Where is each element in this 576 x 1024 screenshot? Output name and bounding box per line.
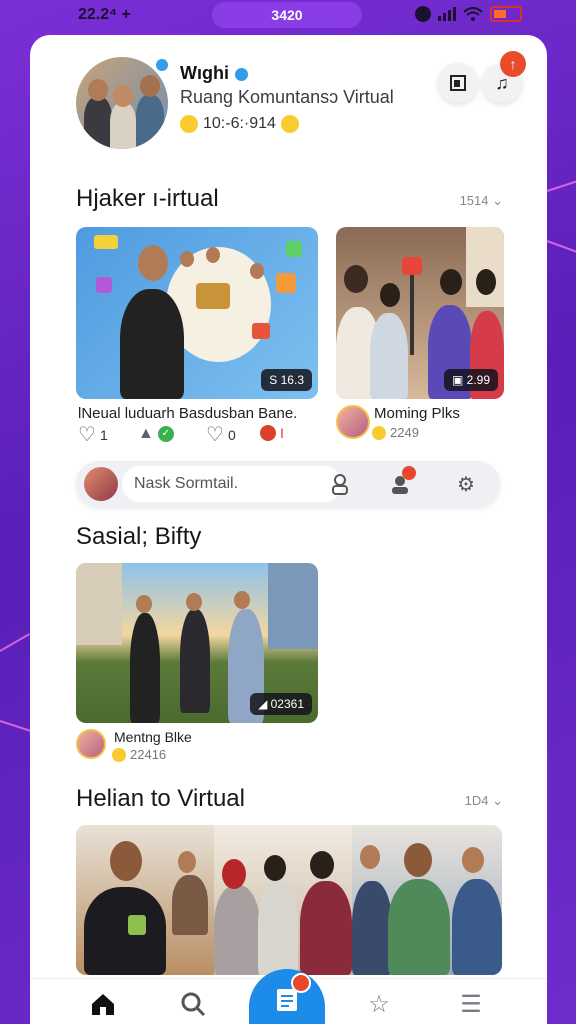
alert-dot [402,466,416,480]
reaction-green[interactable]: ▲ ✓ [138,425,174,443]
background-line [546,177,576,192]
verified-icon [234,67,248,81]
menu-icon: ☰ [460,990,482,1018]
battery-icon [490,6,522,22]
post-badge: ◢ 02361 [250,693,312,715]
wifi-icon [463,7,483,21]
status-icons [415,6,522,22]
video-icon: ◢ [258,697,271,711]
signal-icon [438,7,456,21]
post-caption[interactable]: Mentng Blke [114,729,192,745]
post-image[interactable] [352,825,502,975]
emoji-icon [372,425,386,440]
video-icon: ▣ [451,373,467,387]
post-meta: 22416 [112,747,166,762]
background-line [0,633,30,652]
author-avatar[interactable] [336,405,370,439]
star-icon: ☆ [368,990,390,1018]
post-image[interactable] [76,825,214,975]
user-alert-button[interactable] [386,466,416,498]
post-image[interactable]: S 16.3 [76,227,318,399]
section-count[interactable]: 1D4 ⌄ [465,793,503,809]
post-badge: ▣ 2.99 [443,369,498,391]
post-badge: S 16.3 [261,369,312,391]
smile-icon [280,115,299,133]
chevron-down-icon: ⌄ [488,793,503,808]
notification-badge[interactable]: ↑ [500,51,526,77]
search-bar: ⚙ [76,461,500,507]
emoji-icon [180,115,198,133]
heart-icon: ♡ [206,424,224,446]
thumbs-up-icon: ▲ [138,425,154,442]
section-title: Helian to Virtual [76,785,245,812]
main-card: Wıghi Ruang Komuntansɔ Virtual 10:-6:·91… [30,35,547,1024]
green-reaction-icon: ✓ [157,426,174,442]
book-button[interactable] [438,63,478,103]
book-icon [450,75,466,91]
reaction-heart[interactable]: ♡ 0 [206,425,236,445]
search-input[interactable] [122,466,342,502]
section-count[interactable]: 1514 ⌄ [460,193,503,209]
profile-name: Wıghi [180,63,248,84]
status-center-pill: 3420 [212,2,362,28]
post-image[interactable] [214,825,352,975]
home-button[interactable] [86,987,120,1021]
post-caption[interactable]: lNeual luduarh Basdusban Bane. [78,405,297,422]
background-line [546,240,576,256]
section-title: Hjaker ı-irtual [76,185,219,212]
post-meta: 2249 [372,425,419,440]
post-image[interactable]: ▣ 2.99 [336,227,504,399]
chevron-down-icon: ⌄ [488,193,503,208]
profile-subtitle: Ruang Komuntansɔ Virtual [180,87,394,107]
section-title: Sasial; Bifty [76,523,202,550]
bottom-navigation: ☆ ☰ [30,969,547,1024]
post-image[interactable]: ◢ 02361 [76,563,318,723]
menu-button[interactable]: ☰ [454,987,488,1021]
reaction-like[interactable]: ♡ 1 [78,425,108,445]
compose-button[interactable] [249,969,325,1024]
avatar-verified-icon [154,57,170,73]
reaction-red[interactable]: I [260,425,284,441]
camera-icon [415,6,431,22]
home-icon [92,994,114,1015]
user-avatar[interactable] [84,467,118,501]
settings-button[interactable]: ⚙ [452,470,480,498]
status-time: 22.2⁴ + [78,6,131,23]
post-caption[interactable]: Moming Plks [374,405,460,422]
status-bar: 22.2⁴ + 3420 [0,0,576,30]
contact-icon [332,474,348,495]
profile-avatar[interactable] [76,57,168,149]
gear-icon: ⚙ [457,473,475,496]
emoji-icon [112,747,126,762]
contact-button[interactable] [326,470,354,498]
background-line [0,720,33,733]
author-avatar[interactable] [76,729,106,759]
favorites-button[interactable]: ☆ [362,987,396,1021]
compose-alert-dot [291,973,311,993]
heart-icon: ♡ [78,424,96,446]
search-button[interactable] [176,987,210,1021]
red-reaction-icon [260,425,276,441]
search-icon [181,992,206,1017]
profile-meta-text: 10:-6:·914 [203,115,276,132]
profile-meta: 10:-6:·914 [180,115,299,133]
